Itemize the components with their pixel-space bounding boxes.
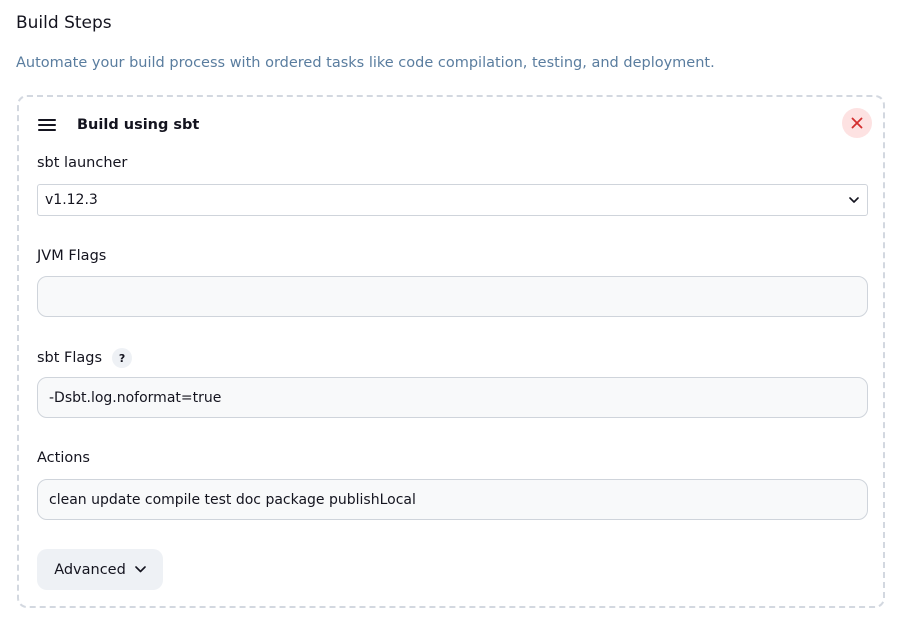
- jvm-flags-input[interactable]: [37, 276, 868, 317]
- jvm-flags-label-text: JVM Flags: [37, 248, 107, 264]
- step-title: Build using sbt: [77, 117, 200, 133]
- launcher-label-text: sbt launcher: [37, 155, 128, 171]
- build-step-card: Build using sbt sbt launcher v1.12.3 JVM…: [17, 95, 885, 608]
- advanced-button[interactable]: Advanced: [37, 549, 163, 590]
- launcher-label: sbt launcher: [37, 155, 127, 171]
- delete-step-button[interactable]: [842, 108, 872, 138]
- close-icon: [851, 117, 863, 129]
- build-steps-page: Build Steps Automate your build process …: [0, 0, 913, 624]
- actions-input[interactable]: [37, 479, 868, 520]
- advanced-button-label: Advanced: [54, 561, 126, 578]
- launcher-select[interactable]: v1.12.3: [37, 184, 868, 216]
- launcher-select-value: v1.12.3: [45, 192, 98, 208]
- jvm-flags-label: JVM Flags: [37, 248, 106, 264]
- sbt-flags-help-button[interactable]: ?: [112, 348, 133, 368]
- sbt-flags-label: sbt Flags ?: [37, 347, 133, 369]
- sbt-flags-label-text: sbt Flags: [37, 350, 103, 366]
- section-description: Automate your build process with ordered…: [16, 55, 715, 71]
- chevron-down-icon: [135, 566, 146, 573]
- section-title: Build Steps: [16, 13, 112, 33]
- actions-label: Actions: [37, 450, 90, 466]
- actions-label-text: Actions: [37, 450, 90, 466]
- chevron-down-icon: [849, 197, 859, 203]
- sbt-flags-input[interactable]: [37, 377, 868, 418]
- card-header: Build using sbt: [37, 115, 199, 135]
- drag-handle-icon[interactable]: [37, 115, 57, 135]
